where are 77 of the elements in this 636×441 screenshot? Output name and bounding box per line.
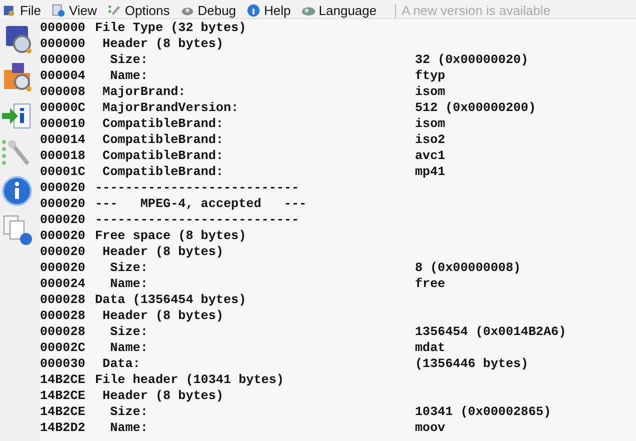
offset-text: 14B2CE	[40, 404, 86, 420]
field-value: 8 (0x00000008)	[415, 260, 521, 276]
field-label: CompatibleBrand:	[102, 116, 224, 132]
field-label: Header (8 bytes)	[102, 308, 224, 324]
offset-text: 000028	[40, 324, 86, 340]
field-label: CompatibleBrand:	[102, 132, 224, 148]
info-icon[interactable]	[0, 174, 34, 208]
field-value: mdat	[415, 340, 446, 356]
field-label: File Type (32 bytes)	[95, 20, 248, 36]
offset-text: 000008	[40, 84, 86, 100]
menu-icon	[2, 3, 17, 18]
field-label: Size:	[109, 404, 149, 420]
field-value: 512 (0x00000200)	[415, 100, 536, 116]
offset-text: 14B2D2	[40, 420, 86, 436]
field-value: moov	[415, 420, 446, 436]
offset-text: 00001C	[40, 164, 86, 180]
field-label: Header (8 bytes)	[102, 36, 224, 52]
menu-item[interactable]: Debug	[180, 2, 236, 18]
field-value: 32 (0x00000020)	[415, 52, 528, 68]
field-label: Free space (8 bytes)	[95, 228, 248, 244]
field-label: Data (1356454 bytes)	[95, 292, 248, 308]
offset-text: 000014	[40, 132, 86, 148]
offset-text: 000000	[40, 52, 86, 68]
field-label: CompatibleBrand:	[102, 148, 224, 164]
field-label: ---------------------------	[95, 180, 300, 196]
menu-item[interactable]: View	[50, 2, 97, 18]
field-label: Name:	[109, 276, 149, 292]
field-value: free	[415, 276, 446, 292]
field-value: isom	[415, 84, 446, 100]
field-value: (1356446 bytes)	[415, 356, 528, 372]
field-value: iso2	[415, 132, 446, 148]
offset-text: 000018	[40, 148, 86, 164]
menu-item[interactable]: Help	[246, 2, 291, 18]
field-label: Name:	[109, 68, 149, 84]
field-label: Name:	[109, 340, 149, 356]
field-label: Size:	[109, 324, 149, 340]
offset-text: 00000C	[40, 100, 86, 116]
field-value: 10341 (0x00002865)	[415, 404, 552, 420]
offset-text: 000020	[40, 180, 86, 196]
field-value: isom	[415, 116, 446, 132]
menu-icon	[50, 3, 66, 18]
field-value: avc1	[415, 148, 446, 164]
offset-text: 000020	[40, 244, 86, 260]
field-label: File header (10341 bytes)	[95, 372, 285, 388]
offset-text: 000020	[40, 196, 86, 212]
offset-text: 14B2CE	[40, 372, 86, 388]
menu-item[interactable]: Language	[300, 2, 377, 18]
field-label: CompatibleBrand:	[102, 164, 224, 180]
offset-text: 000030	[40, 356, 86, 372]
offset-text: 00002C	[40, 340, 86, 356]
offset-text: 000020	[40, 228, 86, 244]
offset-text: 14B2CE	[40, 388, 86, 404]
field-label: MajorBrandVersion:	[102, 100, 240, 116]
field-label: MajorBrand:	[102, 84, 187, 100]
offset-text: 000028	[40, 292, 86, 308]
offset-text: 000010	[40, 116, 86, 132]
menu-item[interactable]: File	[2, 2, 41, 18]
menu-item[interactable]: Options	[106, 2, 170, 18]
field-label: Data:	[102, 356, 142, 372]
offset-text: 000020	[40, 260, 86, 276]
menu-icon	[106, 3, 122, 18]
offset-text: 000004	[40, 68, 86, 84]
field-label: ---------------------------	[95, 212, 300, 228]
field-label: Name:	[109, 420, 149, 436]
offset-text: 000028	[40, 308, 86, 324]
offset-text: 000020	[40, 212, 86, 228]
field-label: --- MPEG-4, accepted ---	[95, 196, 308, 212]
field-label: Header (8 bytes)	[102, 388, 224, 404]
field-value: 1356454 (0x0014B2A6)	[415, 324, 566, 340]
offset-text: 000000	[40, 36, 86, 52]
offset-text: 000000	[40, 20, 86, 36]
field-value: mp41	[415, 164, 446, 180]
field-label: Header (8 bytes)	[102, 244, 224, 260]
field-label: Size:	[109, 260, 149, 276]
field-value: ftyp	[415, 68, 446, 84]
field-label: Size:	[109, 52, 149, 68]
offset-text: 000024	[40, 276, 86, 292]
